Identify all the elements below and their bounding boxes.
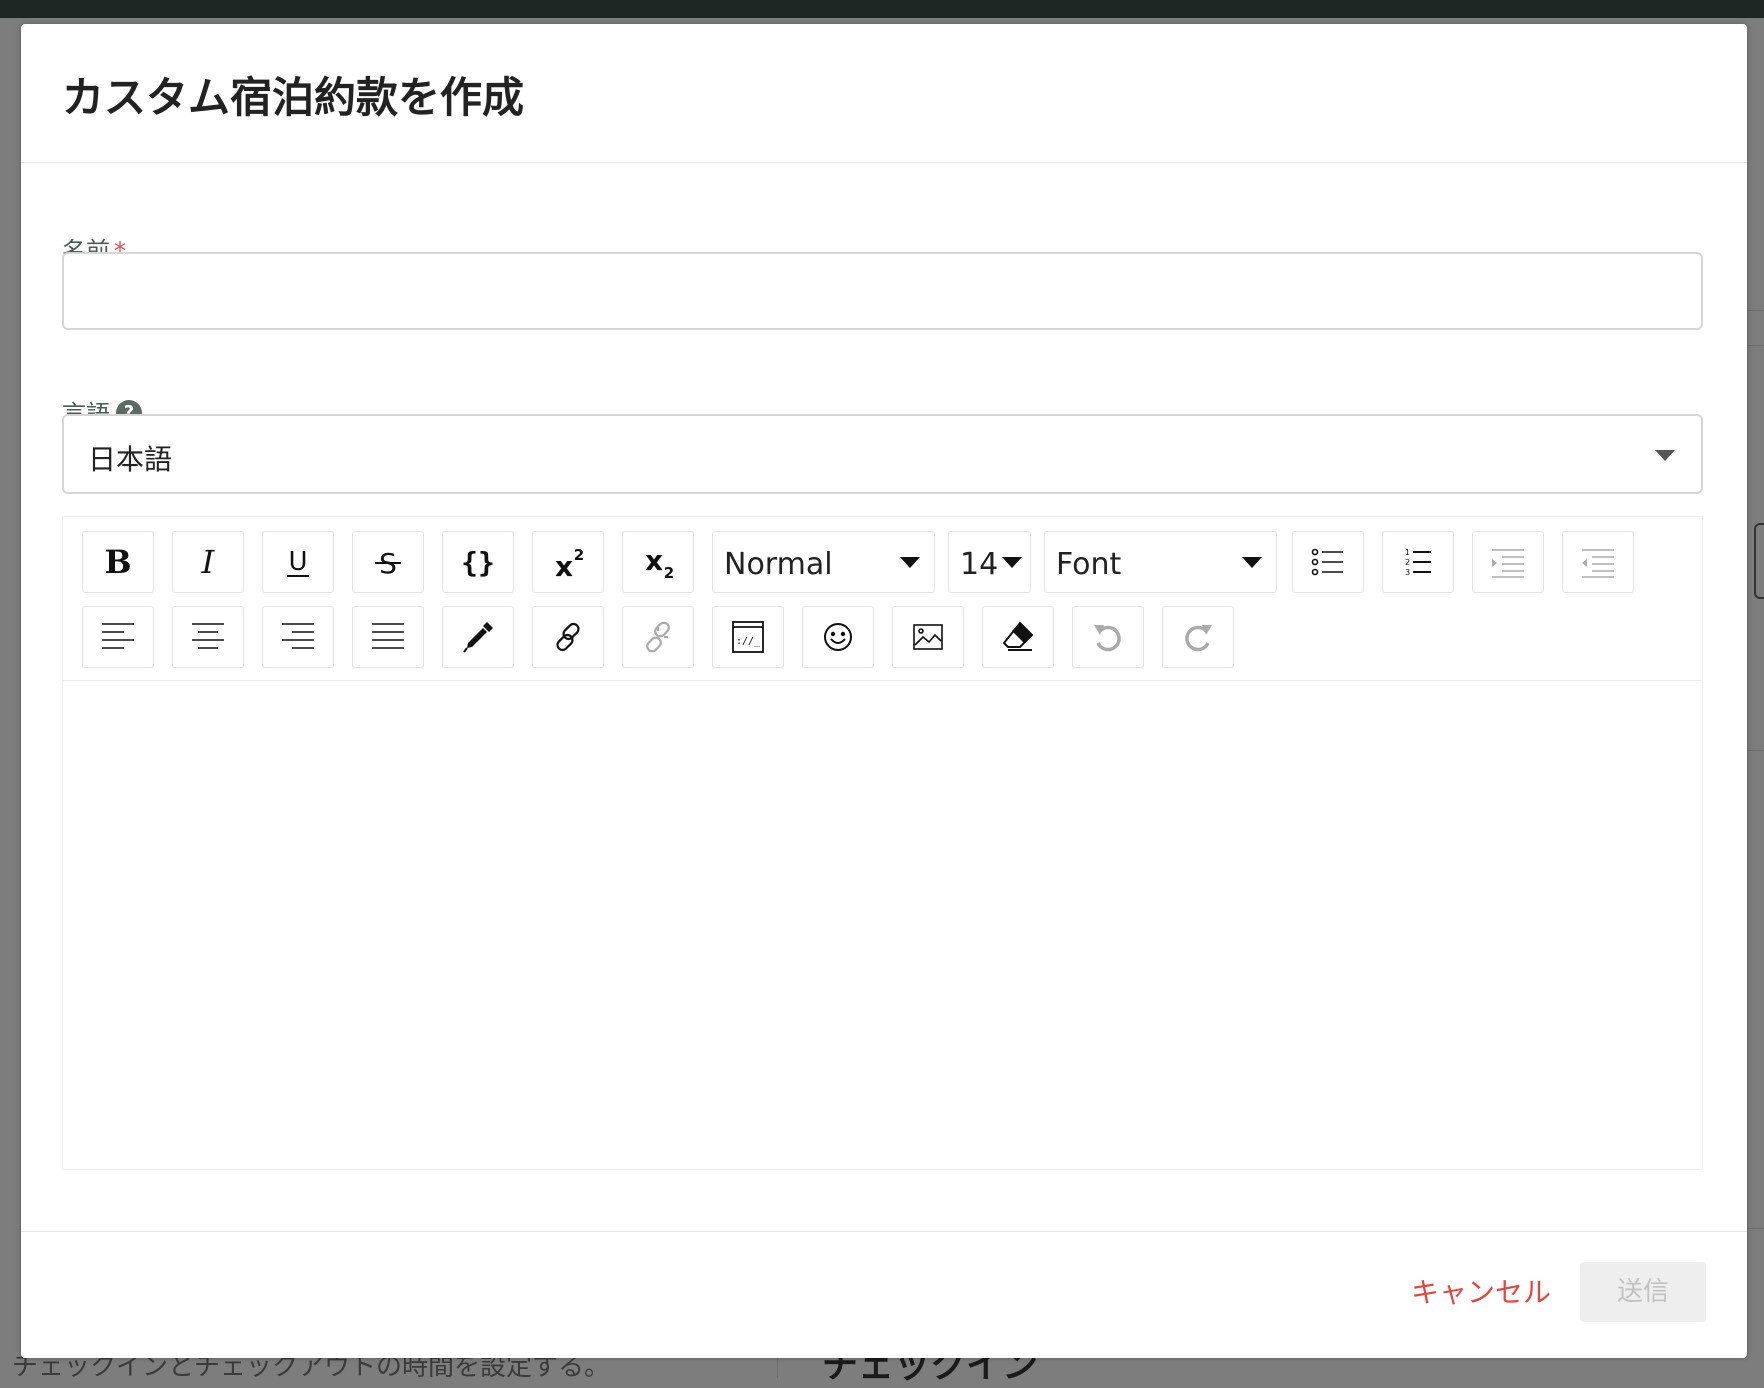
italic-button[interactable]: I	[172, 531, 244, 593]
undo-icon	[1094, 625, 1121, 652]
background-button	[1754, 523, 1764, 599]
unlink-icon	[646, 621, 670, 653]
code-button[interactable]: {}	[442, 531, 514, 593]
code-braces-icon: {}	[461, 546, 495, 579]
emoji-button[interactable]	[802, 606, 874, 668]
unlink-button[interactable]	[622, 606, 694, 668]
bold-button[interactable]: B	[82, 531, 154, 593]
indent-button[interactable]	[1472, 531, 1544, 593]
outdent-button[interactable]	[1562, 531, 1634, 593]
align-center-button[interactable]	[172, 606, 244, 668]
svg-text:2: 2	[1405, 558, 1410, 567]
underline-button[interactable]: U	[262, 531, 334, 593]
editor-toolbar: B I U S {} x2 x2 Normal 14 Font 1 2 3:/…	[63, 517, 1702, 681]
clear-formatting-button[interactable]	[982, 606, 1054, 668]
chevron-down-icon	[900, 557, 920, 568]
redo-icon	[1185, 625, 1212, 652]
underline-icon: U	[287, 547, 309, 577]
link-icon	[556, 622, 580, 652]
svg-text:1: 1	[1405, 548, 1410, 557]
language-selected-value: 日本語	[88, 443, 173, 476]
rich-text-editor: B I U S {} x2 x2 Normal 14 Font 1 2 3:/…	[62, 516, 1703, 1170]
color-picker-icon	[463, 622, 493, 653]
align-justify-icon	[372, 623, 404, 649]
align-right-icon	[282, 623, 314, 649]
numbered-list-icon: 123	[1405, 548, 1431, 577]
svg-text:://_: ://_	[736, 636, 761, 647]
emoji-icon	[824, 623, 852, 651]
align-left-button[interactable]	[82, 606, 154, 668]
embed-button[interactable]: ://_	[712, 606, 784, 668]
eraser-icon	[1002, 621, 1034, 651]
indent-icon	[1492, 549, 1524, 578]
align-justify-button[interactable]	[352, 606, 424, 668]
link-button[interactable]	[532, 606, 604, 668]
language-select[interactable]: 日本語	[62, 414, 1703, 494]
dialog-header: カスタム宿泊約款を作成	[21, 24, 1747, 163]
align-center-icon	[192, 623, 224, 649]
font-size-dropdown[interactable]: 14	[948, 531, 1031, 593]
redo-button[interactable]	[1162, 606, 1234, 668]
svg-text:3: 3	[1405, 568, 1410, 577]
svg-text:{}: {}	[461, 546, 495, 579]
editor-content-area[interactable]	[63, 681, 1702, 1170]
font-family-value: Font	[1056, 547, 1122, 582]
dialog-footer: キャンセル 送信	[21, 1231, 1747, 1359]
font-size-value: 14	[960, 547, 999, 582]
image-icon	[913, 624, 943, 650]
chevron-down-icon	[1242, 557, 1262, 568]
submit-button[interactable]: 送信	[1580, 1262, 1706, 1322]
bold-icon: B	[104, 543, 131, 581]
image-button[interactable]	[892, 606, 964, 668]
chevron-down-icon	[1002, 557, 1022, 568]
bulleted-list-icon	[1311, 548, 1343, 576]
italic-icon: I	[201, 543, 216, 581]
cancel-button[interactable]: キャンセル	[1411, 1271, 1551, 1311]
block-type-value: Normal	[724, 547, 833, 582]
app-top-bar	[0, 0, 1764, 18]
numbered-list-button[interactable]: 123	[1382, 531, 1454, 593]
undo-button[interactable]	[1072, 606, 1144, 668]
block-type-dropdown[interactable]: Normal	[712, 531, 935, 593]
create-terms-dialog: カスタム宿泊約款を作成 名前* 言語? 日本語 B I U S	[21, 24, 1747, 1358]
subscript-icon: x2	[645, 544, 674, 582]
strikethrough-button[interactable]: S	[352, 531, 424, 593]
superscript-icon: x2	[555, 546, 584, 582]
align-left-icon	[102, 623, 134, 649]
svg-text:I: I	[201, 543, 216, 581]
outdent-icon	[1582, 549, 1614, 578]
name-input[interactable]	[62, 252, 1703, 330]
svg-text:2: 2	[574, 546, 584, 564]
svg-text:U: U	[288, 547, 307, 577]
font-family-dropdown[interactable]: Font	[1044, 531, 1277, 593]
embed-icon: ://_	[732, 621, 764, 653]
text-color-button[interactable]	[442, 606, 514, 668]
align-right-button[interactable]	[262, 606, 334, 668]
subscript-button[interactable]: x2	[622, 531, 694, 593]
svg-text:B: B	[104, 543, 131, 581]
svg-text:2: 2	[664, 564, 674, 582]
bulleted-list-button[interactable]	[1292, 531, 1364, 593]
svg-text:x: x	[645, 544, 663, 577]
chevron-down-icon	[1655, 450, 1675, 461]
svg-text:x: x	[555, 550, 573, 582]
strikethrough-icon: S	[375, 547, 401, 580]
dialog-title: カスタム宿泊約款を作成	[62, 73, 525, 122]
superscript-button[interactable]: x2	[532, 531, 604, 593]
